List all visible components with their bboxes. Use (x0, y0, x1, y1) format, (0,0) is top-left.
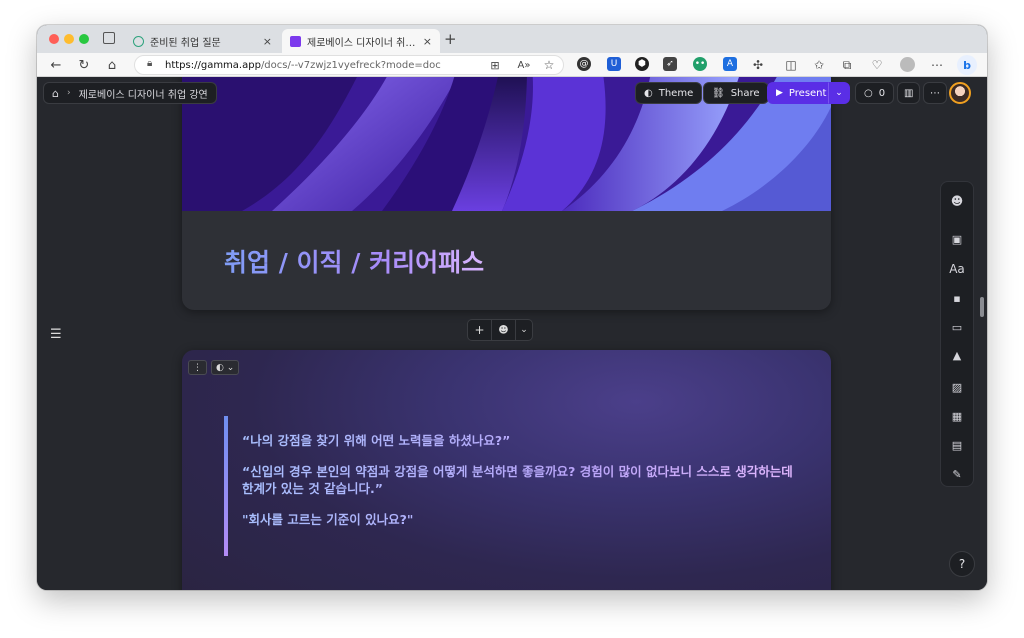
new-tab-button[interactable]: + (444, 30, 457, 48)
extension-send-icon[interactable]: ➶ (663, 57, 677, 71)
palette-icon: ◐ (644, 87, 653, 99)
home-icon[interactable]: ⌂ (103, 56, 121, 74)
chevron-down-icon: ⌄ (835, 88, 843, 98)
close-window-button[interactable] (49, 34, 59, 44)
card-controls: ⋮ ◐ ⌄ (188, 360, 240, 375)
favorite-star-icon[interactable]: ☆ (540, 56, 558, 74)
browser-window: 준비된 취업 질문 × 제로베이스 디자이너 취업 강연 | Ga × + ← … (37, 25, 987, 590)
tab-label: 제로베이스 디자이너 취업 강연 | Ga (307, 37, 417, 49)
add-card-icon[interactable]: + (468, 320, 492, 340)
callout-icon[interactable]: ▪ (941, 289, 973, 307)
card-layout-icon[interactable]: ▣ (941, 230, 973, 248)
more-options-button[interactable]: ⋯ (923, 82, 947, 104)
collections-icon[interactable]: ⧉ (838, 56, 856, 74)
table-of-contents-icon[interactable]: ☰ (50, 327, 62, 342)
video-icon[interactable]: ▦ (941, 407, 973, 425)
breadcrumb[interactable]: ⌂ › 제로베이스 디자이너 취업 강연 (43, 82, 217, 104)
tab-gamma-doc[interactable]: 제로베이스 디자이너 취업 강연 | Ga × (282, 29, 440, 53)
analytics-button[interactable]: ▥ (897, 82, 921, 104)
favorites-icon[interactable]: ✩ (810, 56, 828, 74)
close-tab-icon[interactable]: × (423, 35, 432, 48)
chatgpt-icon (133, 35, 144, 47)
ai-generate-icon[interactable]: ☻ (492, 320, 516, 340)
card-insert-toolbar: + ☻ ⌄ (467, 319, 533, 341)
breadcrumb-doc-title: 제로베이스 디자이너 취업 강연 (78, 89, 208, 101)
share-label: Share (730, 87, 760, 99)
theme-button[interactable]: ◐ Theme (635, 82, 703, 104)
extensions-puzzle-icon[interactable]: ✣ (749, 56, 767, 74)
more-horizontal-icon: ⋯ (930, 87, 940, 99)
browser-essentials-icon[interactable]: ♡ (868, 56, 886, 74)
more-menu-icon[interactable]: ⋯ (928, 56, 946, 74)
embed-icon[interactable]: ▤ (941, 436, 973, 454)
present-dropdown-button[interactable]: ⌄ (828, 82, 850, 104)
layout-icon[interactable]: ▭ (941, 318, 973, 336)
share-button[interactable]: ⛓ Share (703, 82, 769, 104)
chevron-right-icon: › (66, 88, 71, 98)
tab-bar: 준비된 취업 질문 × 제로베이스 디자이너 취업 강연 | Ga × + (37, 25, 987, 53)
profile-avatar-icon[interactable] (900, 57, 915, 72)
text-style-icon[interactable]: Aa (941, 260, 973, 278)
chevron-down-icon[interactable]: ⌄ (516, 320, 532, 340)
present-button[interactable]: ▶ Present (767, 82, 836, 104)
card-menu-icon[interactable]: ⋮ (188, 360, 207, 375)
card-title[interactable]: 취업 / 이직 / 커리어패스 (224, 243, 484, 279)
comments-count: 0 (878, 87, 886, 99)
copilot-icon[interactable]: b (957, 55, 977, 75)
theme-label: Theme (658, 87, 694, 99)
shapes-icon[interactable]: ▲ (941, 346, 973, 364)
url-path: /docs/--v7zwjz1vyefreck?mode=doc (260, 59, 441, 71)
image-icon[interactable]: ▨ (941, 378, 973, 396)
scrollbar-thumb[interactable] (980, 297, 984, 317)
extension-at-icon[interactable]: @ (577, 57, 591, 71)
right-tool-panel: ☻ ▣ Aa ▪ ▭ ▲ ▨ ▦ ▤ ✎ (940, 181, 974, 487)
gamma-icon (290, 35, 301, 47)
extension-a-icon[interactable]: A (723, 57, 737, 71)
url-host: https://gamma.app (165, 59, 261, 71)
play-icon: ▶ (776, 88, 783, 98)
lock-icon: 🔒︎ (147, 58, 153, 69)
chart-icon: ▥ (904, 87, 914, 99)
maximize-window-button[interactable] (79, 34, 89, 44)
comment-icon: ○ (864, 87, 873, 99)
card-style-icon[interactable]: ◐ ⌄ (211, 360, 240, 375)
minimize-window-button[interactable] (64, 34, 74, 44)
help-button[interactable]: ? (949, 551, 975, 577)
quotes-card[interactable]: ⋮ ◐ ⌄ “나의 강점을 찾기 위해 어떤 노력들을 하셨나요?” “신입의 … (182, 350, 831, 590)
address-bar: ← ↻ ⌂ 🔒︎ https://gamma.app/docs/--v7zwjz… (37, 53, 987, 77)
tab-label: 준비된 취업 질문 (150, 37, 221, 49)
back-arrow-icon[interactable]: ← (47, 56, 65, 74)
sidebar-toggle-icon[interactable] (103, 32, 115, 44)
bitwarden-icon[interactable]: U (607, 57, 621, 71)
form-icon[interactable]: ✎ (941, 465, 973, 483)
gamma-editor: 취업 / 이직 / 커리어패스 ⌂ › 제로베이스 디자이너 취업 강연 ◐ T… (37, 77, 987, 590)
user-avatar[interactable] (949, 82, 971, 104)
extension-hex-icon[interactable]: ⬢ (635, 57, 649, 71)
title-card[interactable]: 취업 / 이직 / 커리어패스 (182, 77, 831, 310)
reload-icon[interactable]: ↻ (75, 56, 93, 74)
quote-3[interactable]: "회사를 고르는 기준이 있나요?" (242, 511, 804, 528)
quote-1[interactable]: “나의 강점을 찾기 위해 어떤 노력들을 하셨나요?” (242, 432, 804, 449)
app-available-icon[interactable]: ⊞ (486, 56, 504, 74)
quote-2[interactable]: “신입의 경우 본인의 약점과 강점을 어떻게 분석하면 좋을까요? 경험이 많… (242, 463, 804, 497)
split-screen-icon[interactable]: ◫ (782, 56, 800, 74)
extension-green-icon[interactable]: •• (693, 57, 707, 71)
read-aloud-icon[interactable]: A» (515, 56, 533, 74)
tab-prepared-questions[interactable]: 준비된 취업 질문 × (125, 29, 280, 53)
ai-assistant-icon[interactable]: ☻ (941, 192, 973, 210)
blockquote: “나의 강점을 찾기 위해 어떤 노력들을 하셨나요?” “신입의 경우 본인의… (224, 416, 804, 556)
close-tab-icon[interactable]: × (263, 35, 272, 48)
link-icon: ⛓ (712, 87, 725, 99)
present-label: Present (788, 87, 827, 99)
comments-button[interactable]: ○ 0 (855, 82, 895, 104)
home-icon[interactable]: ⌂ (52, 87, 59, 100)
